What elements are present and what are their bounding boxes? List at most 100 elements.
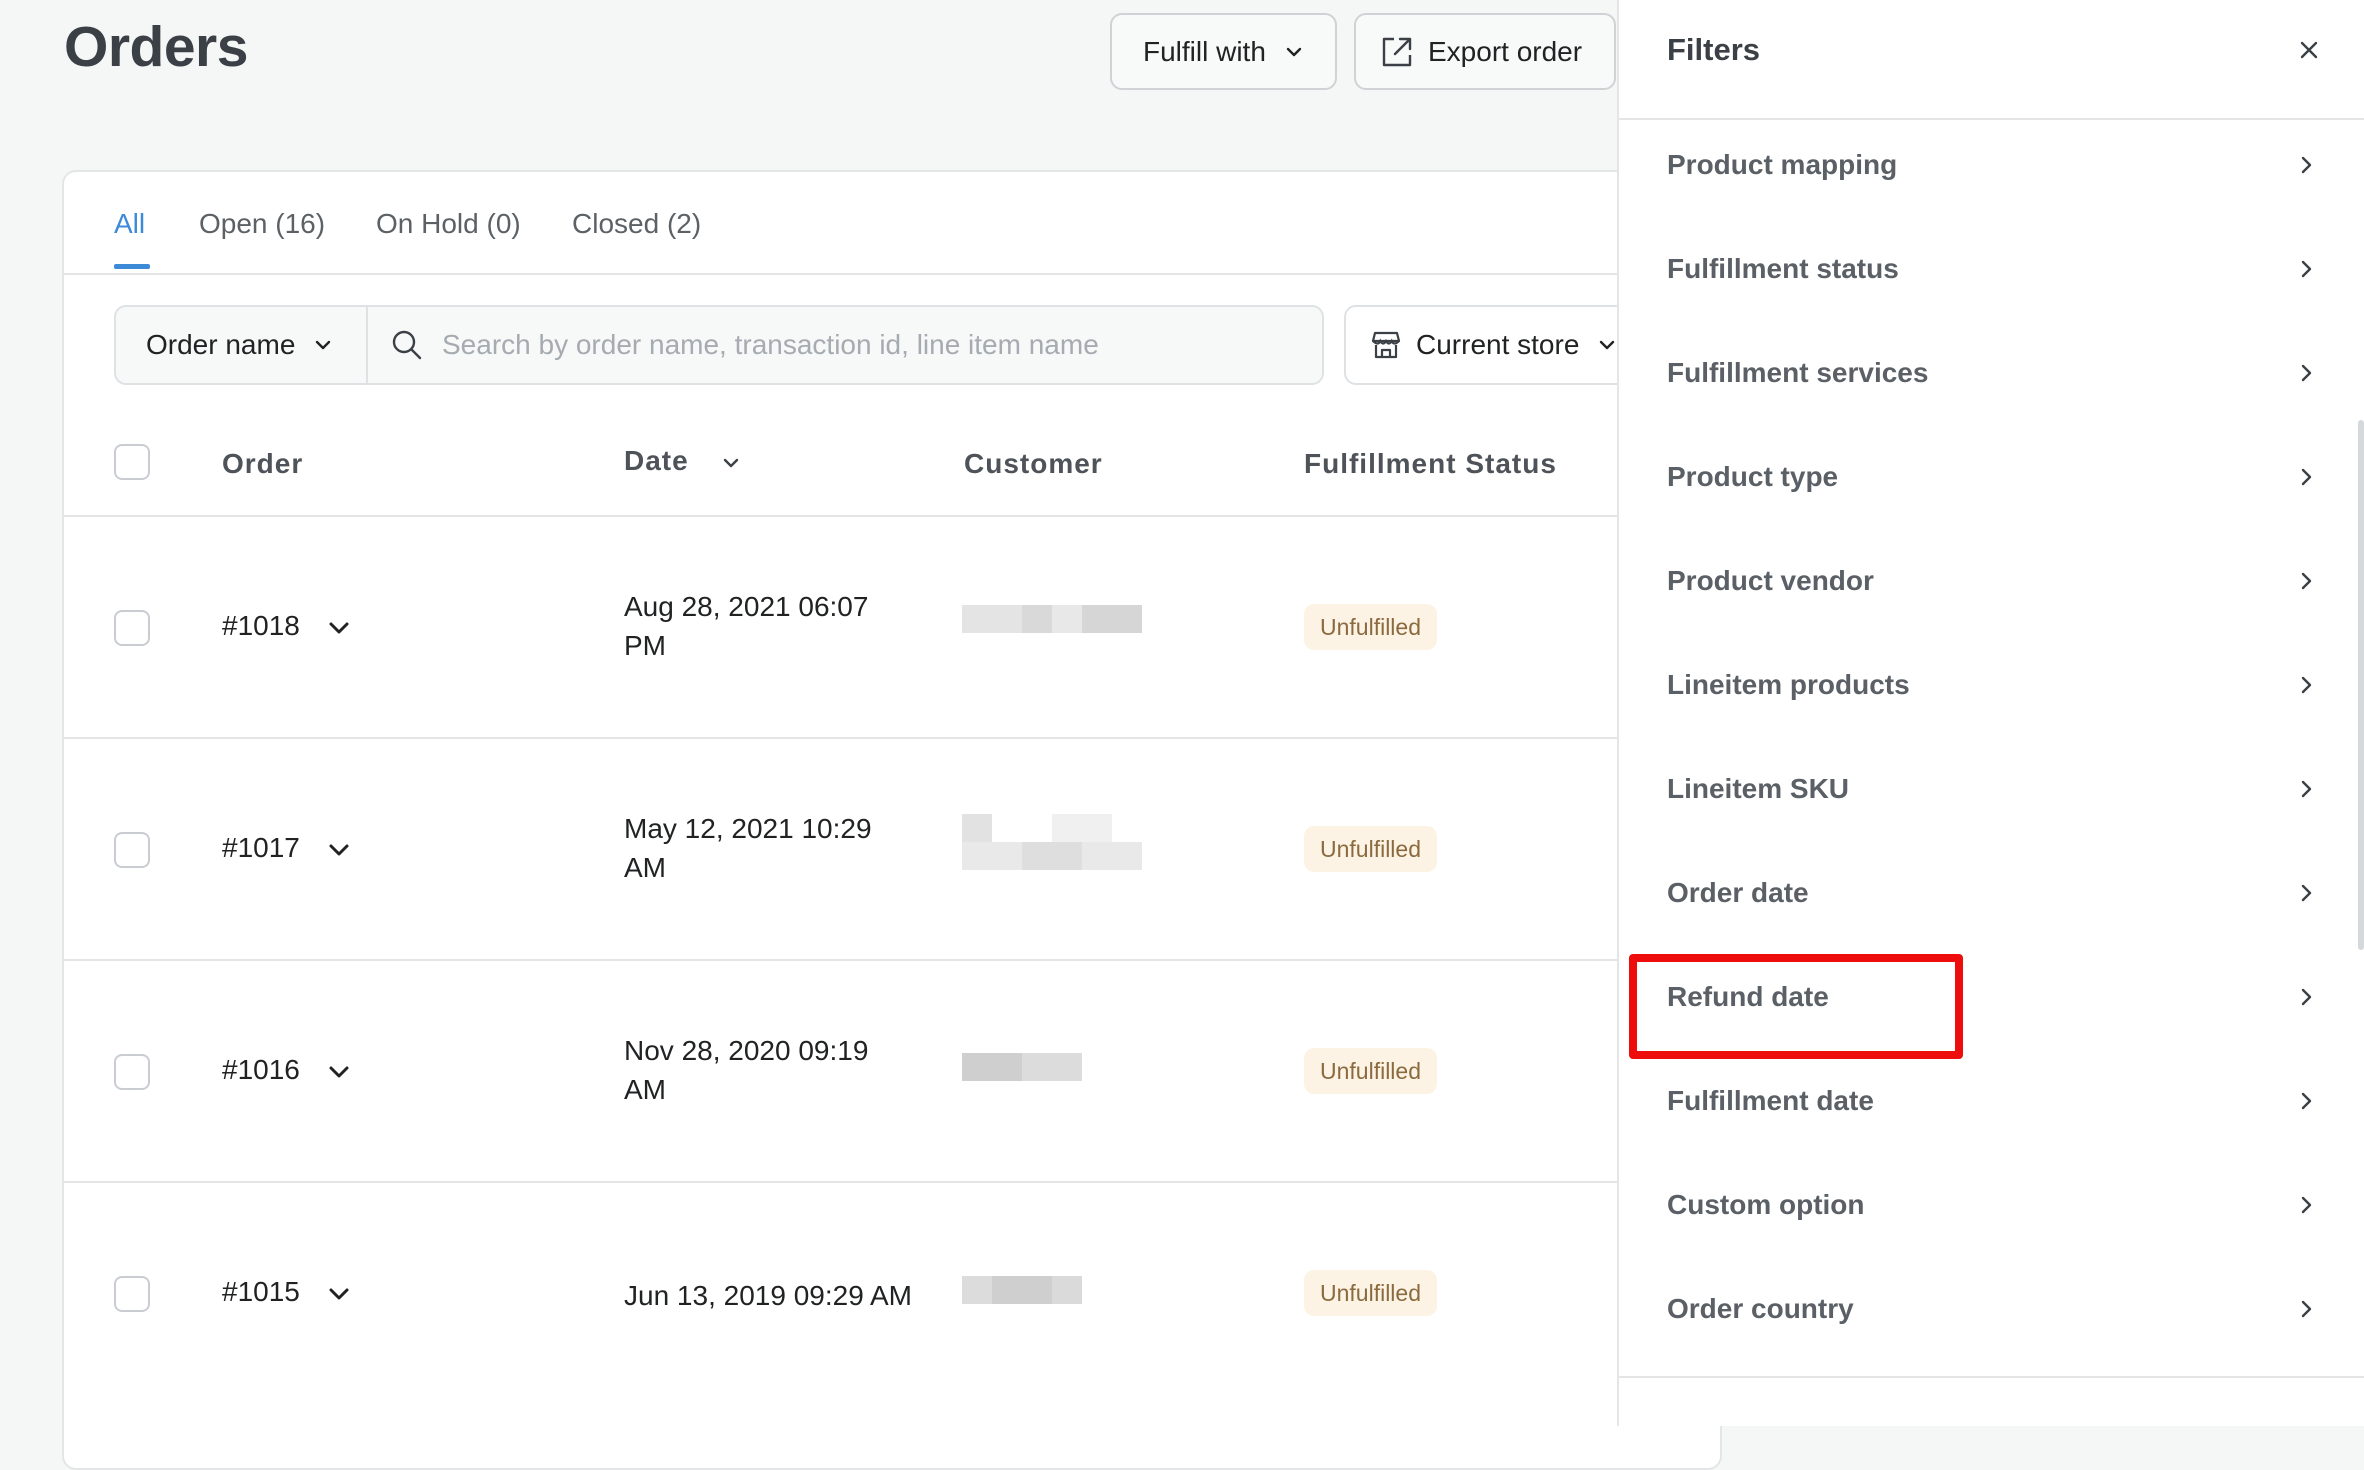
filter-item-fulfillment-services[interactable]: Fulfillment services [1667,343,2317,403]
panel-scrollbar[interactable] [2358,420,2364,950]
expand-chevron-icon[interactable] [326,1281,352,1307]
filter-item-order-country[interactable]: Order country [1667,1279,2317,1339]
tab-on-hold[interactable]: On Hold (0) [376,208,521,240]
filter-item-custom-option[interactable]: Custom option [1667,1175,2317,1235]
filter-item-label: Product vendor [1667,565,1874,596]
filter-item-fulfillment-date[interactable]: Fulfillment date [1667,1071,2317,1131]
expand-chevron-icon[interactable] [326,1059,352,1085]
chevron-right-icon [2301,572,2312,590]
filter-item-label: Fulfillment services [1667,357,1929,388]
orders-card: All Open (16) On Hold (0) Closed (2) Ord… [62,170,1724,1470]
table-row[interactable]: #1017 May 12, 2021 10:29 AM Unfulfilled [64,739,1720,961]
column-header-fulfillment-status: Fulfillment Status [1304,448,1557,479]
filter-item-label: Product mapping [1667,149,1898,180]
order-field-label: Order name [146,329,296,360]
chevron-right-icon [2301,1300,2312,1318]
table-row[interactable]: #1016 Nov 28, 2020 09:19 AM Unfulfilled [64,961,1720,1183]
search-icon [392,330,422,360]
tab-open[interactable]: Open (16) [199,208,325,240]
panel-divider [1619,1376,2364,1378]
export-order-button[interactable]: Export order [1354,13,1616,90]
select-all-checkbox[interactable] [114,444,150,480]
table-header: Order Date Customer Fulfillment Status [64,402,1720,517]
chevron-right-icon [2301,884,2312,902]
close-icon[interactable] [2297,38,2321,62]
order-date: Aug 28, 2021 06:07 PM [624,591,869,661]
filters-panel: Filters Product mapping Fulfillment stat… [1617,0,2364,1426]
status-badge: Unfulfilled [1304,604,1437,650]
filter-item-label: Order date [1667,877,1809,908]
filter-item-lineitem-sku[interactable]: Lineitem SKU [1667,759,2317,819]
order-number[interactable]: #1016 [222,1054,300,1086]
table-row[interactable]: #1015 Jun 13, 2019 09:29 AM Unfulfilled [64,1183,1720,1403]
order-tabs: All Open (16) On Hold (0) Closed (2) [64,172,1720,275]
order-date: May 12, 2021 10:29 AM [624,813,872,883]
chevron-right-icon [2301,676,2312,694]
store-select-label: Current store [1416,329,1580,360]
external-link-icon [1382,37,1412,66]
page-title: Orders [64,15,248,79]
filter-item-lineitem-products[interactable]: Lineitem products [1667,655,2317,715]
customer-name-redacted [962,1276,1082,1304]
filter-item-label: Order country [1667,1293,1854,1324]
customer-name-redacted [962,814,1142,872]
filters-panel-title: Filters [1667,32,1761,67]
filter-item-label: Lineitem SKU [1667,773,1850,804]
filter-item-product-vendor[interactable]: Product vendor [1667,551,2317,611]
chevron-right-icon [2301,988,2312,1006]
row-checkbox[interactable] [114,832,150,868]
filter-item-label: Custom option [1667,1189,1865,1220]
fulfill-with-label: Fulfill with [1143,35,1266,67]
store-icon [1371,331,1401,359]
chevron-right-icon [2301,260,2312,278]
chevron-down-icon [1600,340,1615,350]
filters-panel-header: Filters [1619,0,2364,120]
chevron-right-icon [2301,1092,2312,1110]
filter-item-product-mapping[interactable]: Product mapping [1667,135,2317,195]
customer-name-redacted [962,605,1142,633]
column-header-order: Order [222,448,304,479]
row-checkbox[interactable] [114,1276,150,1312]
chevron-right-icon [2301,1196,2312,1214]
order-field-select[interactable]: Order name [114,305,366,385]
sort-chevron-icon[interactable] [721,453,741,473]
filter-item-label: Product type [1667,461,1839,492]
status-badge: Unfulfilled [1304,1270,1437,1316]
search-input[interactable] [440,328,1264,362]
filter-item-fulfillment-status[interactable]: Fulfillment status [1667,239,2317,299]
chevron-right-icon [2301,364,2312,382]
customer-name-redacted [962,1053,1082,1081]
status-badge: Unfulfilled [1304,1048,1437,1094]
row-checkbox[interactable] [114,1054,150,1090]
filter-item-order-date[interactable]: Order date [1667,863,2317,923]
order-number[interactable]: #1015 [222,1276,300,1308]
order-number[interactable]: #1017 [222,832,300,864]
chevron-down-icon [1286,47,1302,56]
refund-date-highlight [1629,954,1963,1059]
row-checkbox[interactable] [114,610,150,646]
filter-item-product-type[interactable]: Product type [1667,447,2317,507]
column-header-customer: Customer [964,448,1103,479]
filter-item-label: Fulfillment date [1667,1085,1874,1116]
expand-chevron-icon[interactable] [326,837,352,863]
search-row: Order name [114,305,1324,385]
filter-item-label: Lineitem products [1667,669,1910,700]
tab-all[interactable]: All [114,208,145,240]
table-row[interactable]: #1018 Aug 28, 2021 06:07 PM Unfulfilled [64,517,1720,739]
order-date: Nov 28, 2020 09:19 AM [624,1035,869,1105]
status-badge: Unfulfilled [1304,826,1437,872]
order-date: Jun 13, 2019 09:29 AM [624,1280,912,1311]
search-field [366,305,1324,385]
export-order-label: Export order [1428,35,1583,67]
column-header-date[interactable]: Date [624,445,689,477]
tab-closed[interactable]: Closed (2) [572,208,701,240]
active-tab-indicator [114,264,150,269]
chevron-right-icon [2301,156,2312,174]
chevron-right-icon [2301,468,2312,486]
expand-chevron-icon[interactable] [326,615,352,641]
chevron-right-icon [2301,780,2312,798]
order-number[interactable]: #1018 [222,610,300,642]
filter-item-label: Fulfillment status [1667,253,1899,284]
fulfill-with-button[interactable]: Fulfill with [1110,13,1337,90]
chevron-down-icon [316,340,331,350]
